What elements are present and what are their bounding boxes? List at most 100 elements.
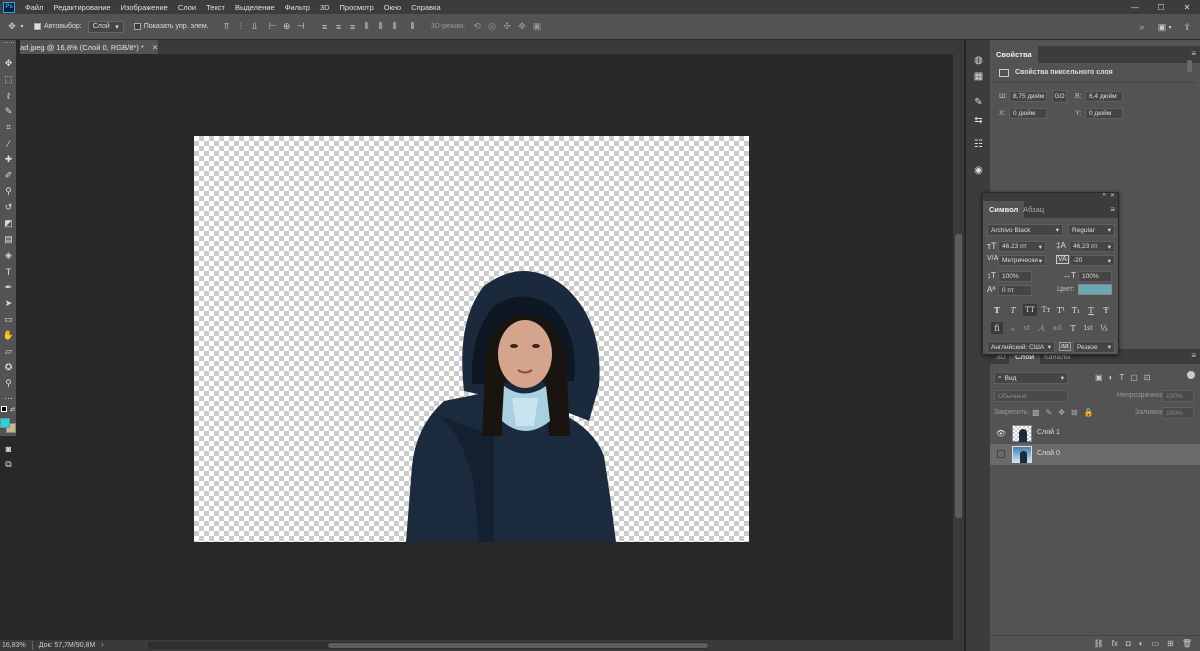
adjustments-icon[interactable]: ⇆ [972,114,985,127]
kerning-dropdown[interactable]: Метрически ▾ [998,255,1046,266]
horizontal-scale-field[interactable]: 100% [1078,271,1112,282]
folder-icon[interactable]: ▭ [1152,639,1160,648]
drag-3d-icon[interactable]: ✣ [501,21,513,33]
eye-hidden-icon[interactable] [997,450,1005,458]
menu-filter[interactable]: Фильтр [280,3,315,12]
status-menu-arrow-icon[interactable]: › [101,642,103,649]
align-bottom-icon[interactable]: ⫫ [249,21,261,33]
rectangle-tool-icon[interactable]: ▭ [2,313,15,326]
distribute-left-icon[interactable]: ⦀ [361,21,373,33]
small-caps-button[interactable]: Tт [1040,304,1052,316]
filter-adjustment-icon[interactable]: ◐ [1109,373,1114,382]
properties-icon[interactable]: ☷ [972,138,985,151]
navigator-icon[interactable]: ◍ [972,54,985,67]
text-color-swatch[interactable] [1078,284,1112,295]
move-tool-icon[interactable]: ✥ [6,21,18,33]
menu-select[interactable]: Выделение [230,3,280,12]
mask-icon[interactable]: ◘ [1126,639,1131,648]
pen-tool-icon[interactable]: ✒ [2,281,15,294]
scale-3d-icon[interactable]: ▣ [531,21,543,33]
collapse-panel-icon[interactable]: « [1103,192,1106,198]
path-select-tool-icon[interactable]: ➤ [2,297,15,310]
menu-view[interactable]: Просмотр [335,3,379,12]
fx-icon[interactable]: fx [1112,639,1118,648]
move-tool-icon[interactable]: ✥ [2,57,15,70]
layer-row[interactable]: 👁 Слой 1 [990,423,1200,444]
align-right-icon[interactable]: ⊣ [295,21,307,33]
discretionary-ligatures-button[interactable]: st [1021,322,1033,334]
align-vcenter-icon[interactable]: ⫶ [235,21,247,33]
clone-stamp-tool-icon[interactable]: ⚲ [2,185,15,198]
show-transform-checkbox[interactable]: Показать упр. элем. [133,23,209,30]
faux-italic-button[interactable]: T [1007,304,1019,316]
all-caps-button[interactable]: TT [1023,304,1037,316]
menu-help[interactable]: Справка [406,3,445,12]
faux-bold-button[interactable]: T [991,304,1003,316]
close-tab-icon[interactable]: ✕ [152,43,158,52]
character-panel-titlebar[interactable]: « ✕ [983,192,1118,201]
canvas-horizontal-scrollbar[interactable] [148,642,708,649]
layer-row-selected[interactable]: Слой 0 [990,444,1200,465]
font-family-dropdown[interactable]: Archivo Black ▾ [987,224,1063,236]
lock-pixels-icon[interactable]: ✎ [1046,408,1053,417]
height-field[interactable]: 6,4 дюйм [1085,91,1123,102]
distribute-top-icon[interactable]: ≡ [319,21,331,33]
brush-tool-icon[interactable]: ✐ [2,169,15,182]
menu-3d[interactable]: 3D [315,3,335,12]
crop-tool-icon[interactable]: ⌗ [2,121,15,134]
more-tools-icon[interactable]: ⋯ [2,392,15,405]
toolbox-grip[interactable] [3,42,14,45]
foreground-color-swatch[interactable] [0,418,10,428]
zoom-level[interactable]: 16,83% [2,642,26,649]
align-hcenter-icon[interactable]: ⊕ [281,21,293,33]
brush-settings-icon[interactable]: ✎ [972,96,985,109]
document-canvas[interactable] [194,136,749,542]
scrollbar-thumb[interactable] [955,234,962,518]
align-left-icon[interactable]: ⊢ [267,21,279,33]
screen-mode-icon[interactable]: ⧉ [2,458,15,471]
close-window-button[interactable]: ✕ [1174,0,1200,14]
baseline-shift-field[interactable]: 0 пт [998,285,1032,296]
autoselect-checkbox[interactable]: Автовыбор: [34,23,82,30]
type-tool-icon[interactable]: T [2,265,15,278]
lasso-tool-icon[interactable]: ℓ [2,89,15,102]
link-dimensions-button[interactable]: GO [1052,90,1067,103]
swash-button[interactable]: A [1036,322,1048,334]
y-field[interactable]: 0 дюйм [1085,108,1123,119]
search-icon[interactable]: ⌕ [1136,21,1148,33]
horizontal-scrollbar-thumb[interactable] [328,643,708,648]
width-field[interactable]: 8,75 дюйм [1009,91,1047,102]
marquee-tool-icon[interactable]: ⬚ [2,73,15,86]
close-panel-icon[interactable]: ✕ [1110,192,1115,199]
panel-menu-icon[interactable]: ≡ [1191,49,1196,58]
default-colors-icon[interactable] [1,406,7,412]
rotate-3d-icon[interactable]: ⟲ [471,21,483,33]
menu-window[interactable]: Окно [379,3,406,12]
filter-shape-icon[interactable]: ▢ [1130,373,1138,382]
eraser-tool-icon[interactable]: ◩ [2,217,15,230]
adjustment-icon[interactable]: ◐ [1139,639,1144,648]
minimize-button[interactable]: — [1122,0,1148,14]
menu-type[interactable]: Текст [201,3,230,12]
layer-filter-dropdown[interactable]: ⌕ Вид ▾ [994,372,1068,384]
properties-scrollbar[interactable] [1187,60,1192,72]
layers-panel-menu-icon[interactable]: ≡ [1191,351,1196,360]
gradient-tool-icon[interactable]: ▤ [2,233,15,246]
vertical-scale-field[interactable]: 100% [998,271,1032,282]
menu-edit[interactable]: Редактирование [48,3,115,12]
ruler-tool-icon[interactable]: ▱ [2,345,15,358]
canvas-vertical-scrollbar[interactable] [953,54,964,640]
share-icon[interactable]: ⇪ [1181,21,1193,33]
autoselect-dropdown[interactable]: Слой ▾ [87,20,124,33]
filter-type-icon[interactable]: T [1119,373,1124,382]
document-tab[interactable]: ad.jpeg @ 16,8% (Слой 0, RGB/8*) * ✕ [20,40,158,54]
opacity-field[interactable]: 100% [1162,390,1194,402]
workspace-chevron-icon[interactable]: ▾ [1167,21,1173,33]
lock-transparency-icon[interactable]: ▩ [1032,408,1040,417]
fill-field[interactable]: 100% [1162,407,1194,419]
stylistic-alternates-button[interactable]: ad [1051,322,1063,334]
trash-icon[interactable]: 🗑 [1182,639,1192,648]
healing-brush-tool-icon[interactable]: ✚ [2,153,15,166]
superscript-button[interactable]: T¹ [1055,304,1067,316]
language-dropdown[interactable]: Английский: США ▾ [987,341,1055,353]
